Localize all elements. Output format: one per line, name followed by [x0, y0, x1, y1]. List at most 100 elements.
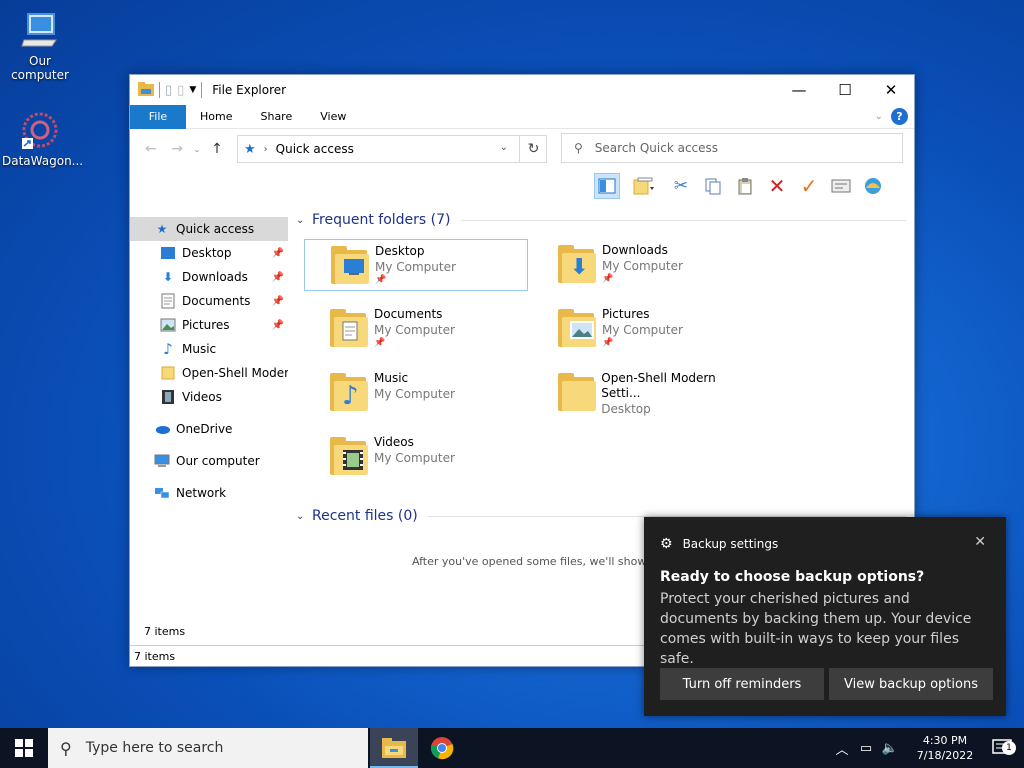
- folder-tile-downloads[interactable]: ⬇ Downloads My Computer 📌: [532, 239, 756, 291]
- turn-off-reminders-button[interactable]: Turn off reminders: [660, 668, 824, 700]
- pictures-folder-icon: [556, 307, 598, 351]
- folder-name: Open-Shell Modern Setti...: [601, 371, 716, 400]
- minimize-button[interactable]: —: [776, 75, 822, 105]
- view-options-icon[interactable]: [626, 173, 662, 199]
- sidebar-item-label: OneDrive: [176, 422, 233, 436]
- network-icon: [154, 485, 170, 501]
- explorer-app-icon: [138, 81, 154, 99]
- maximize-button[interactable]: ☐: [822, 75, 868, 105]
- forward-button[interactable]: →: [164, 141, 190, 157]
- pin-icon: 📌: [271, 247, 284, 259]
- desktop-icon-label: Our computer: [11, 54, 69, 82]
- sidebar-item-label: Music: [182, 342, 217, 356]
- desktop-folder-icon: [329, 244, 371, 288]
- group-title: Recent files (0): [312, 508, 418, 524]
- address-dropdown-chevron-icon[interactable]: ⌄: [500, 142, 508, 153]
- chevron-down-icon: ⌄: [296, 214, 305, 226]
- sidebar-item-downloads[interactable]: ⬇ Downloads 📌: [130, 265, 288, 289]
- sidebar-item-onedrive[interactable]: OneDrive: [130, 417, 288, 441]
- show-hidden-icons-chevron-icon[interactable]: ︿: [830, 739, 854, 758]
- help-button[interactable]: ?: [891, 108, 908, 125]
- delete-icon[interactable]: ✕: [764, 173, 790, 199]
- desktop-icon-datawagon[interactable]: DataWagon...: [2, 108, 83, 168]
- up-button[interactable]: ↑: [204, 141, 230, 157]
- item-count: 7 items: [144, 625, 186, 638]
- videos-filmstrip-icon: [160, 389, 176, 405]
- quick-access-star-icon: ★: [156, 222, 168, 236]
- folder-tile-open-shell[interactable]: Open-Shell Modern Setti... Desktop: [532, 367, 756, 419]
- expand-ribbon-chevron-icon[interactable]: ⌄: [875, 111, 883, 122]
- sidebar-item-our-computer[interactable]: Our computer: [130, 449, 288, 473]
- folder-name: Downloads: [602, 243, 668, 257]
- folder-tile-music[interactable]: ♪ Music My Computer: [304, 367, 528, 419]
- documents-icon: [160, 293, 176, 309]
- toast-header: ⚙ Backup settings: [660, 536, 778, 552]
- rename-check-icon[interactable]: ✓: [796, 173, 822, 199]
- address-location[interactable]: Quick access: [276, 142, 354, 156]
- folder-tile-documents[interactable]: Documents My Computer 📌: [304, 303, 528, 355]
- search-icon: ⚲: [574, 141, 583, 155]
- status-item-count: 7 items: [134, 650, 176, 663]
- sidebar-item-network[interactable]: Network: [130, 481, 288, 505]
- sidebar-item-quick-access[interactable]: ★ Quick access: [130, 217, 288, 241]
- folder-tile-videos[interactable]: Videos My Computer: [304, 431, 528, 483]
- pin-icon: 📌: [602, 338, 614, 348]
- volume-icon[interactable]: 🔈: [878, 741, 902, 756]
- divider: [201, 82, 203, 98]
- back-button[interactable]: ←: [138, 141, 164, 157]
- desktop-icon-our-computer[interactable]: Our computer: [2, 8, 78, 82]
- copy-icon[interactable]: [700, 173, 726, 199]
- taskbar-file-explorer[interactable]: [370, 728, 418, 768]
- search-box[interactable]: ⚲ Search Quick access: [561, 133, 903, 163]
- cut-icon[interactable]: ✂: [668, 173, 694, 199]
- tab-file[interactable]: File: [130, 104, 186, 129]
- network-tray-icon[interactable]: ▭: [854, 741, 878, 756]
- folder-location: My Computer: [602, 323, 683, 337]
- paste-icon[interactable]: [732, 173, 758, 199]
- close-button[interactable]: ✕: [868, 75, 914, 105]
- divider: [159, 82, 160, 98]
- frequent-folders-header[interactable]: ⌄ Frequent folders (7): [296, 209, 906, 231]
- new-folder-icon[interactable]: ▯: [177, 83, 184, 98]
- divider: [460, 219, 906, 221]
- notification-count-badge: 1: [1002, 741, 1016, 755]
- properties-icon[interactable]: ▯: [165, 83, 172, 98]
- taskbar-chrome[interactable]: [418, 728, 466, 768]
- sidebar-item-music[interactable]: ♪ Music: [130, 337, 288, 361]
- tab-share[interactable]: Share: [246, 105, 306, 129]
- pin-icon: 📌: [374, 338, 386, 348]
- folder-name: Music: [374, 371, 409, 385]
- taskbar-search-input[interactable]: Type here to search: [86, 740, 224, 756]
- taskbar-search-box[interactable]: ⚲ Type here to search: [48, 728, 368, 768]
- customize-qat-chevron-icon[interactable]: ▼: [189, 85, 196, 95]
- toast-close-button[interactable]: ✕: [974, 534, 986, 550]
- documents-folder-icon: [328, 307, 370, 351]
- clock[interactable]: 4:30 PM 7/18/2022: [910, 733, 980, 763]
- preview-pane-icon[interactable]: [594, 173, 620, 199]
- breadcrumb-separator[interactable]: ›: [264, 144, 268, 155]
- tab-home[interactable]: Home: [186, 105, 246, 129]
- folder-tile-desktop[interactable]: Desktop My Computer 📌: [304, 239, 528, 291]
- pin-icon: 📌: [271, 295, 284, 307]
- address-bar[interactable]: ★ › Quick access ⌄: [237, 135, 547, 163]
- folder-name: Pictures: [602, 307, 650, 321]
- start-button[interactable]: [0, 728, 48, 768]
- open-shell-icon[interactable]: [860, 173, 886, 199]
- refresh-button[interactable]: ↻: [519, 135, 547, 163]
- ribbon-tabs: File Home Share View ⌄ ?: [130, 104, 914, 129]
- sidebar-item-open-shell[interactable]: Open-Shell Modern: [130, 361, 288, 385]
- sidebar-item-videos[interactable]: Videos: [130, 385, 288, 409]
- folder-location: My Computer: [375, 260, 456, 274]
- view-backup-options-button[interactable]: View backup options: [829, 668, 993, 700]
- search-input[interactable]: Search Quick access: [595, 141, 718, 155]
- sidebar-item-pictures[interactable]: Pictures 📌: [130, 313, 288, 337]
- action-center-button[interactable]: 1: [980, 739, 1024, 757]
- folder-tile-pictures[interactable]: Pictures My Computer 📌: [532, 303, 756, 355]
- sidebar-item-documents[interactable]: Documents 📌: [130, 289, 288, 313]
- tab-view[interactable]: View: [306, 105, 360, 129]
- recent-locations-chevron-icon[interactable]: ⌄: [190, 145, 204, 154]
- music-note-icon: ♪: [163, 340, 173, 358]
- datawagon-shortcut-icon: [18, 108, 62, 152]
- sidebar-item-desktop[interactable]: Desktop 📌: [130, 241, 288, 265]
- properties-toolbar-icon[interactable]: [828, 173, 854, 199]
